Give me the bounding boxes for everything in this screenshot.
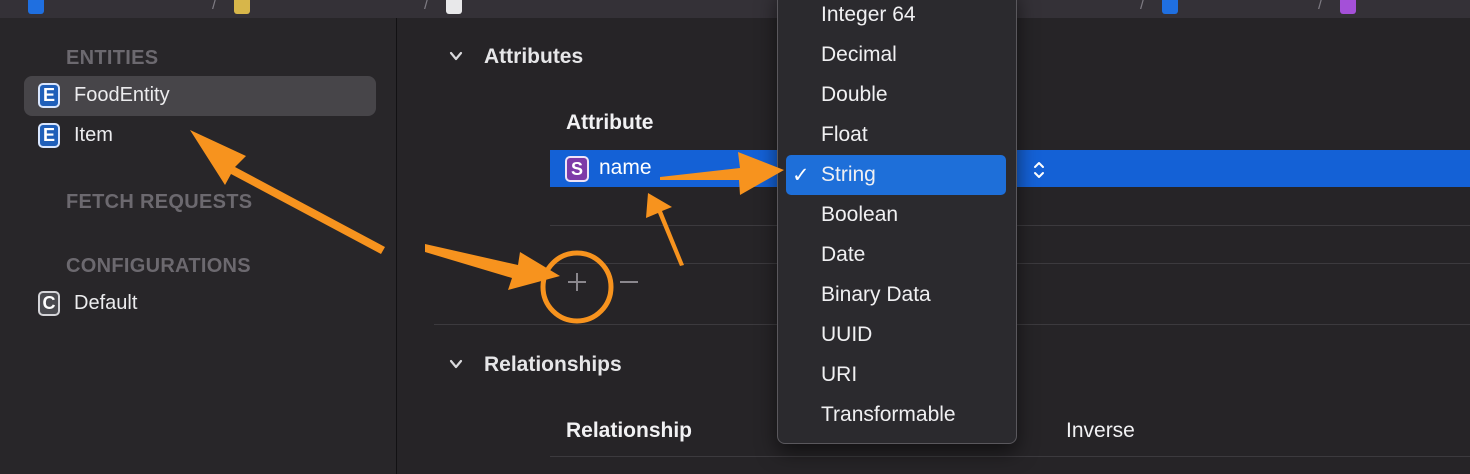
string-type-icon: S: [565, 156, 589, 182]
menu-item-uri[interactable]: URI: [786, 355, 1006, 395]
menu-item-label: Integer 64: [821, 3, 916, 26]
entity-breadcrumb-icon[interactable]: [1162, 0, 1178, 14]
sidebar-item-item[interactable]: E Item: [24, 116, 376, 156]
menu-item-string[interactable]: ✓ String: [786, 155, 1006, 195]
inverse-column-header[interactable]: Inverse: [1066, 419, 1135, 443]
row-divider: [550, 456, 1470, 457]
minus-icon[interactable]: [618, 270, 640, 294]
plus-icon[interactable]: [565, 270, 589, 294]
attribute-name-cell[interactable]: name: [599, 156, 652, 180]
menu-item-label: Date: [821, 243, 866, 266]
jump-bar: / / / /: [0, 0, 1470, 19]
attribute-type-menu: Integer 64 Decimal Double Float ✓ String…: [777, 0, 1017, 444]
sidebar-item-default[interactable]: C Default: [24, 284, 376, 324]
attribute-column-header[interactable]: Attribute: [566, 111, 654, 135]
project-icon[interactable]: [28, 0, 44, 14]
checkmark-icon: ✓: [792, 164, 810, 187]
folder-icon[interactable]: [234, 0, 250, 14]
menu-item-binary-data[interactable]: Binary Data: [786, 275, 1006, 315]
chevron-separator-icon: /: [1318, 0, 1323, 13]
model-outline-sidebar: ENTITIES E FoodEntity E Item FETCH REQUE…: [0, 18, 397, 474]
menu-item-label: Transformable: [821, 403, 956, 426]
menu-item-label: UUID: [821, 323, 873, 346]
sidebar-item-label: Default: [74, 292, 138, 314]
menu-item-double[interactable]: Double: [786, 75, 1006, 115]
fetch-requests-header: FETCH REQUESTS: [66, 191, 253, 213]
chevron-separator-icon: /: [1140, 0, 1145, 13]
entity-icon: E: [38, 123, 60, 148]
attributes-section-title: Attributes: [484, 45, 584, 68]
relationship-column-header[interactable]: Relationship: [566, 419, 692, 443]
menu-item-transformable[interactable]: Transformable: [786, 395, 1006, 435]
menu-item-label: Float: [821, 123, 868, 146]
menu-item-label: Boolean: [821, 203, 899, 226]
chevron-separator-icon: /: [424, 0, 429, 13]
chevron-separator-icon: /: [212, 0, 217, 13]
menu-item-date[interactable]: Date: [786, 235, 1006, 275]
configurations-header: CONFIGURATIONS: [66, 255, 251, 277]
menu-item-boolean[interactable]: Boolean: [786, 195, 1006, 235]
chevron-down-icon[interactable]: [449, 49, 463, 63]
entities-header: ENTITIES: [66, 47, 159, 69]
sidebar-item-foodentity[interactable]: E FoodEntity: [24, 76, 376, 116]
sidebar-item-label: FoodEntity: [74, 84, 170, 106]
menu-item-decimal[interactable]: Decimal: [786, 35, 1006, 75]
menu-item-integer-64[interactable]: Integer 64: [786, 0, 1006, 35]
type-popup-stepper-icon[interactable]: [1031, 158, 1047, 182]
file-icon[interactable]: [446, 0, 462, 14]
menu-item-label: Double: [821, 83, 888, 106]
attribute-breadcrumb-icon[interactable]: [1340, 0, 1356, 14]
menu-item-label: URI: [821, 363, 858, 386]
chevron-down-icon[interactable]: [449, 357, 463, 371]
menu-item-label: Binary Data: [821, 283, 931, 306]
menu-item-float[interactable]: Float: [786, 115, 1006, 155]
menu-item-uuid[interactable]: UUID: [786, 315, 1006, 355]
sidebar-item-label: Item: [74, 124, 113, 146]
menu-item-label: Decimal: [821, 43, 897, 66]
relationships-section-title: Relationships: [484, 353, 622, 376]
entity-icon: E: [38, 83, 60, 108]
menu-item-label: String: [821, 163, 876, 186]
configuration-icon: C: [38, 291, 60, 316]
